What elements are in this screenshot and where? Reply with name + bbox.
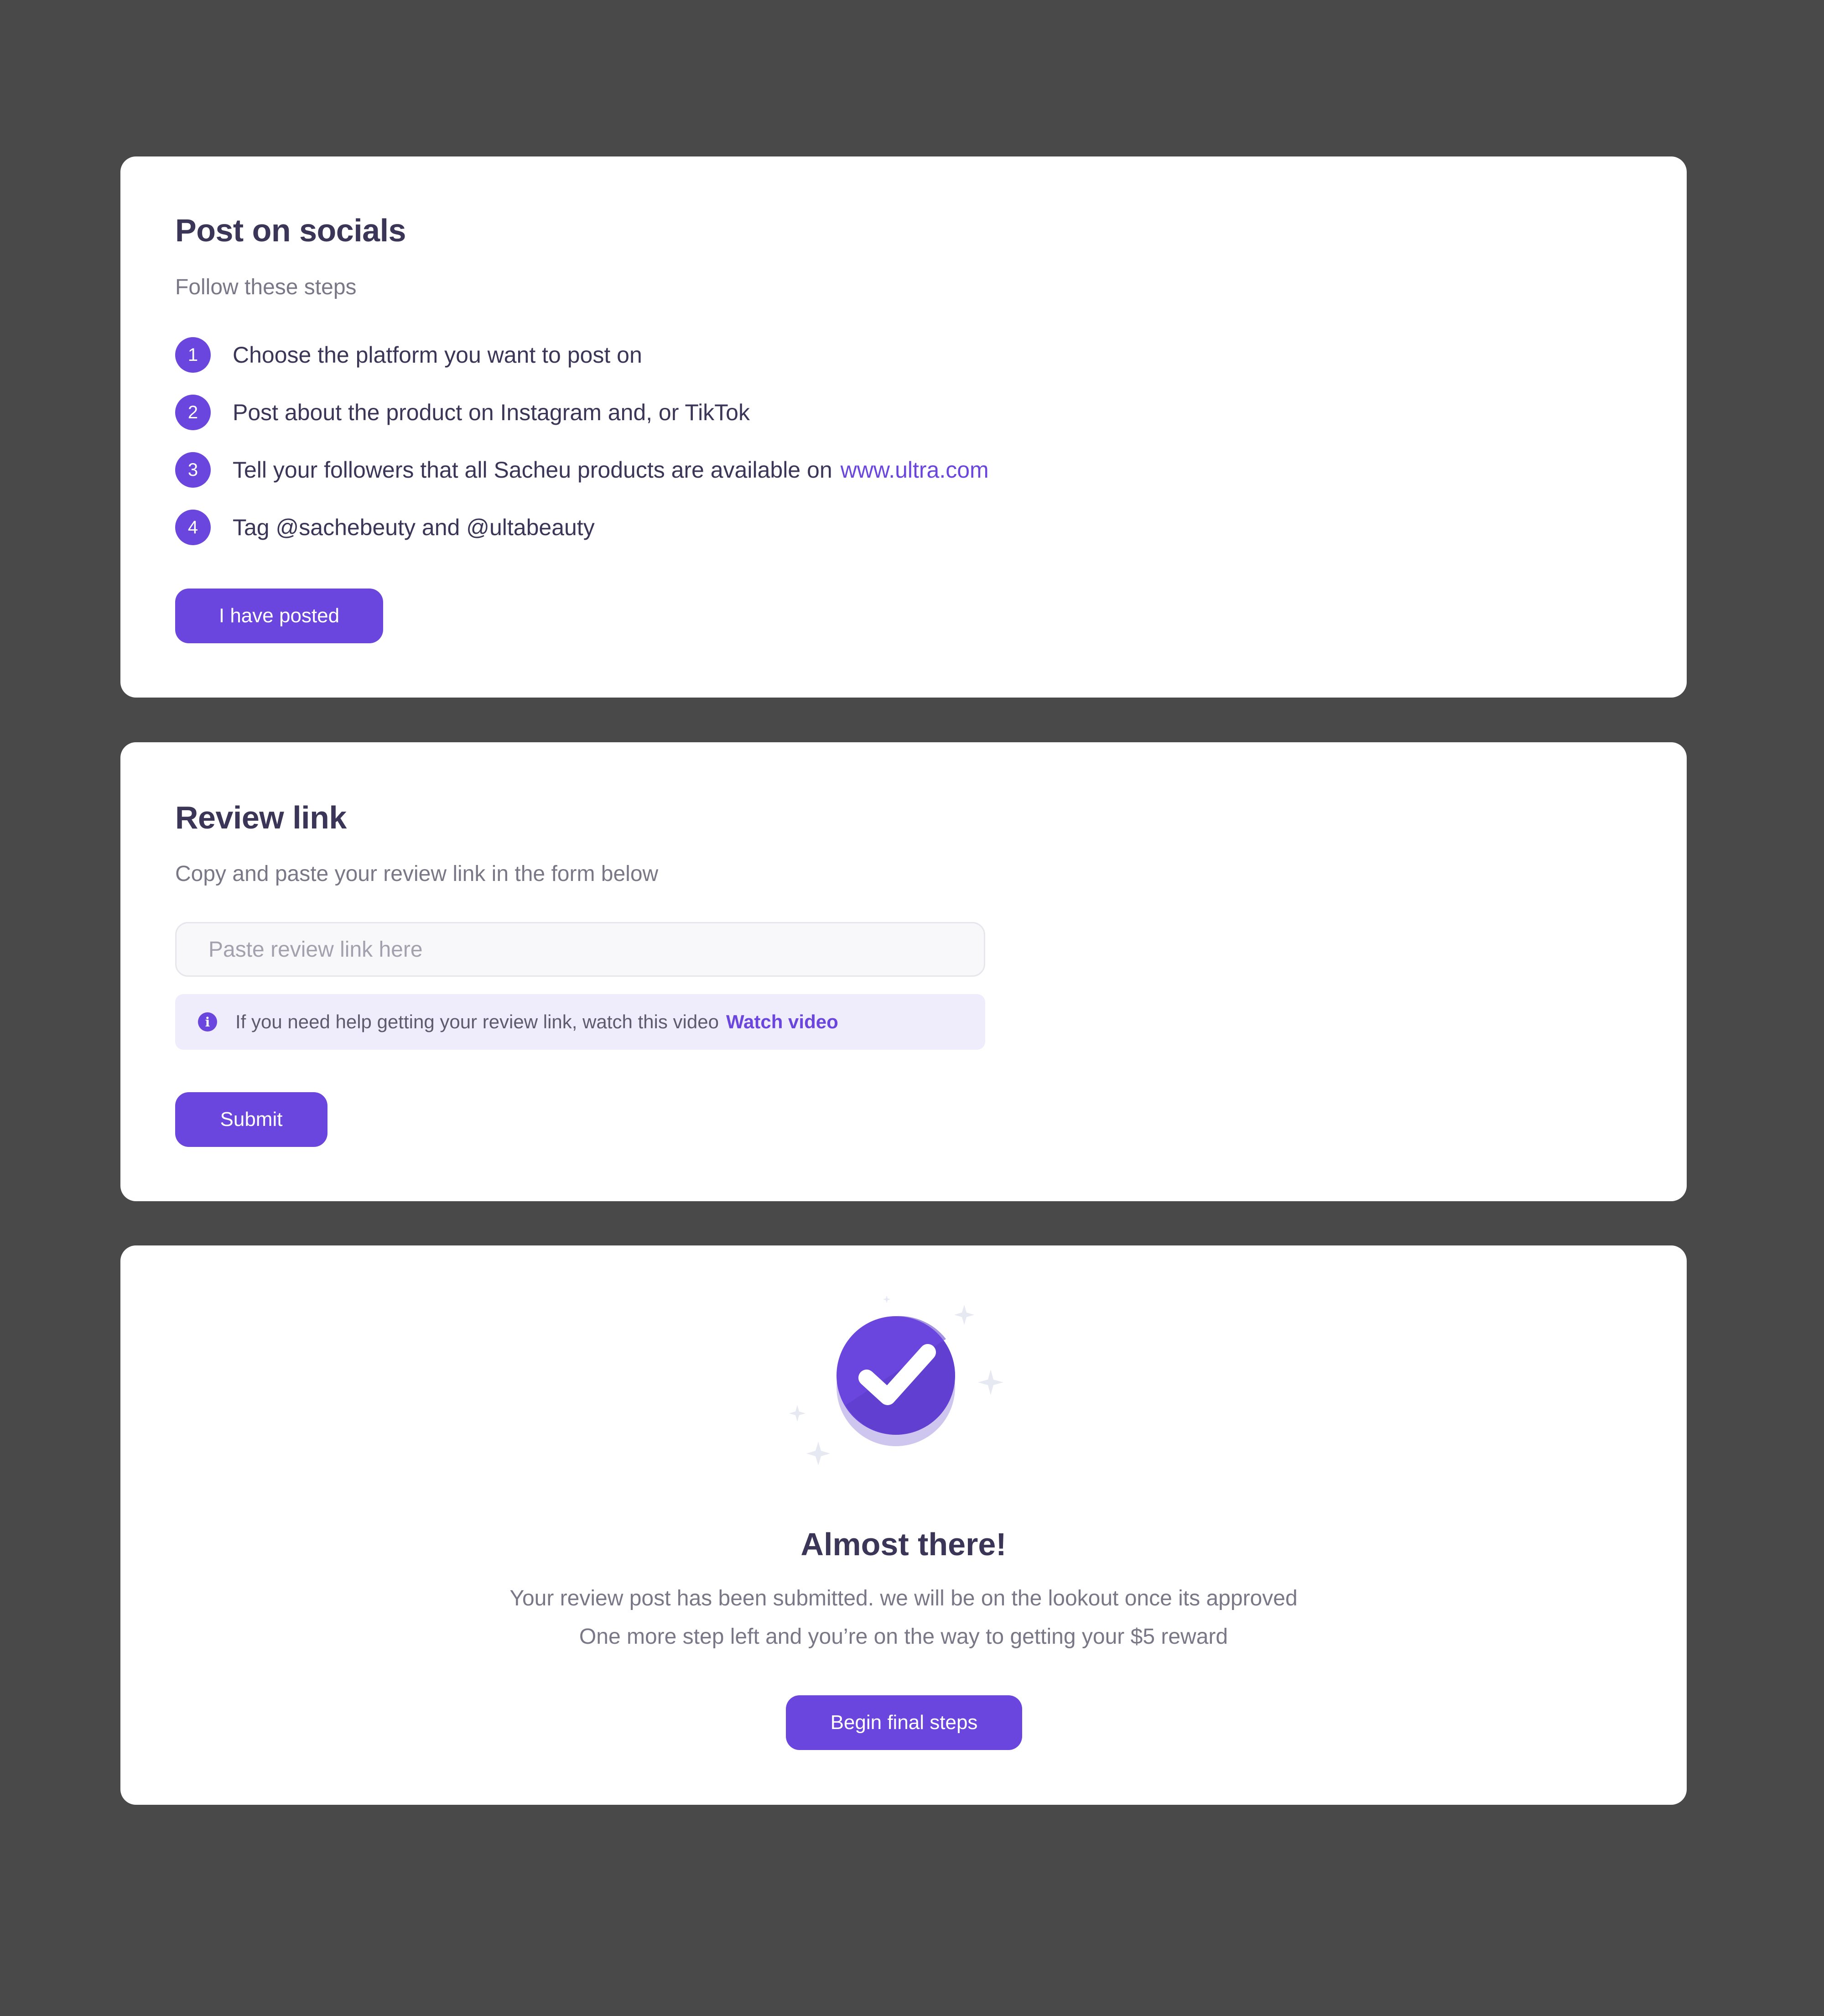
step-number-badge: 3 xyxy=(175,452,211,488)
step-item: 2 Post about the product on Instagram an… xyxy=(175,395,750,430)
step-number-badge: 4 xyxy=(175,510,211,545)
post-on-socials-card: Post on socials Follow these steps 1 Cho… xyxy=(120,156,1687,698)
review-link-card: Review link Copy and paste your review l… xyxy=(120,742,1687,1201)
info-icon: i xyxy=(198,1012,217,1031)
check-circle-icon xyxy=(789,1296,1003,1465)
help-text: If you need help getting your review lin… xyxy=(235,1011,719,1032)
review-link-input[interactable] xyxy=(177,923,984,975)
submit-button[interactable]: Submit xyxy=(175,1092,327,1147)
done-message-line-2: One more step left and you’re on the way… xyxy=(579,1625,1228,1649)
step-text: Post about the product on Instagram and,… xyxy=(233,400,750,425)
step-number-badge: 1 xyxy=(175,337,211,373)
done-message-line-1: Your review post has been submitted. we … xyxy=(509,1586,1298,1610)
sparkle-icon xyxy=(789,1405,805,1422)
sparkle-icon xyxy=(806,1442,830,1465)
watch-video-link[interactable]: Watch video xyxy=(726,1011,838,1033)
socials-title: Post on socials xyxy=(175,213,406,248)
i-have-posted-button[interactable]: I have posted xyxy=(175,589,383,643)
step-text: Tell your followers that all Sacheu prod… xyxy=(233,457,832,483)
socials-subtitle: Follow these steps xyxy=(175,275,357,299)
sparkle-icon xyxy=(883,1296,890,1303)
review-link-field xyxy=(175,922,985,977)
step-text: Choose the platform you want to post on xyxy=(233,342,642,368)
ultra-website-link[interactable]: www.ultra.com xyxy=(841,457,989,483)
step-text: Tag @sachebeuty and @ultabeauty xyxy=(233,515,595,540)
almost-there-title: Almost there! xyxy=(800,1526,1007,1562)
review-title: Review link xyxy=(175,800,347,835)
begin-final-steps-button[interactable]: Begin final steps xyxy=(786,1695,1022,1750)
review-subtitle: Copy and paste your review link in the f… xyxy=(175,862,659,886)
sparkle-icon xyxy=(978,1370,1003,1395)
step-number-badge: 2 xyxy=(175,395,211,430)
step-item: 4 Tag @sachebeuty and @ultabeauty xyxy=(175,510,595,545)
almost-there-card: Almost there! Your review post has been … xyxy=(120,1245,1687,1805)
help-banner: i If you need help getting your review l… xyxy=(175,994,985,1050)
sparkle-icon xyxy=(954,1305,974,1325)
step-item: 3 Tell your followers that all Sacheu pr… xyxy=(175,452,989,488)
step-item: 1 Choose the platform you want to post o… xyxy=(175,337,642,373)
